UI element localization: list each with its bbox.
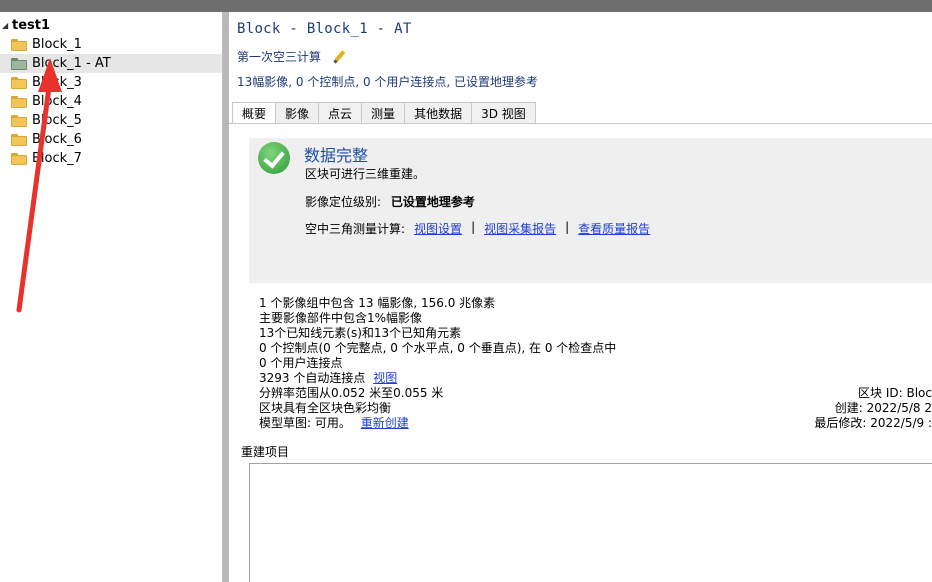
folder-icon bbox=[11, 114, 27, 127]
info-color-equalization: 区块具有全区块色彩均衡 bbox=[259, 401, 392, 415]
georeference-line: 影像定位级别: 已设置地理参考 bbox=[305, 193, 475, 210]
block-summary: 13幅影像, 0 个控制点, 0 个用户连接点, 已设置地理参考 bbox=[237, 75, 539, 89]
model-sketch-text: 模型草图: 可用。 bbox=[259, 416, 351, 430]
modified-date: 最后修改: 2022/5/9 : bbox=[814, 416, 932, 430]
view-quality-report-link[interactable]: 查看质量报告 bbox=[578, 220, 650, 237]
tab-point-clouds[interactable]: 点云 bbox=[318, 102, 363, 123]
status-title: 数据完整 bbox=[304, 146, 369, 165]
reconstruction-section-label: 重建项目 bbox=[241, 445, 290, 459]
tree-item-label: Block_1 - AT bbox=[32, 56, 111, 71]
tab-bar: 概要 影像 点云 测量 其他数据 3D 视图 bbox=[232, 102, 536, 124]
block-icon bbox=[11, 57, 27, 70]
tab-overview[interactable]: 概要 bbox=[232, 102, 277, 124]
tree-root[interactable]: ◢ test1 bbox=[0, 16, 50, 34]
tab-surveys[interactable]: 测量 bbox=[361, 102, 406, 123]
info-control-points: 0 个控制点(0 个完整点, 0 个水平点, 0 个垂直点), 在 0 个检查点… bbox=[259, 341, 617, 355]
status-panel: 数据完整 区块可进行三维重建。 影像定位级别: 已设置地理参考 空中三角测量计算… bbox=[249, 138, 932, 283]
view-settings-link[interactable]: 视图设置 bbox=[414, 220, 462, 237]
block-details-panel: Block - Block_1 - AT 第一次空三计算 13幅影像, 0 个控… bbox=[229, 12, 932, 582]
block-info: 1 个影像组中包含 13 幅影像, 156.0 兆像素 主要影像部件中包含1%幅… bbox=[259, 296, 616, 431]
link-separator: | bbox=[565, 220, 570, 234]
auto-tie-points-text: 3293 个自动连接点 bbox=[259, 371, 366, 385]
folder-icon bbox=[11, 95, 27, 108]
info-known-elements: 13个已知线元素(s)和13个已知角元素 bbox=[259, 326, 462, 340]
status-subtitle: 区块可进行三维重建。 bbox=[305, 167, 426, 181]
aerotriangulation-label: 空中三角测量计算: bbox=[305, 222, 406, 236]
recreate-link[interactable]: 重新创建 bbox=[361, 416, 409, 430]
tree-item-label: Block_4 bbox=[32, 94, 82, 109]
block-description: 第一次空三计算 bbox=[237, 48, 347, 65]
tree-item-label: Block_3 bbox=[32, 75, 82, 90]
info-user-tie-points: 0 个用户连接点 bbox=[259, 356, 343, 370]
tree-item-block-7[interactable]: Block_7 bbox=[0, 149, 222, 168]
folder-icon bbox=[11, 133, 27, 146]
edit-pencil-icon[interactable] bbox=[333, 50, 347, 64]
georeference-value: 已设置地理参考 bbox=[390, 195, 475, 209]
georeference-label: 影像定位级别: bbox=[305, 195, 382, 209]
info-model-sketch: 模型草图: 可用。 重新创建 bbox=[259, 416, 616, 431]
auto-tie-points-view-link[interactable]: 视图 bbox=[373, 371, 397, 385]
info-photo-groups: 1 个影像组中包含 13 幅影像, 156.0 兆像素 bbox=[259, 296, 496, 310]
tree-item-block-1-at[interactable]: Block_1 - AT bbox=[0, 54, 222, 73]
folder-icon bbox=[11, 38, 27, 51]
tab-photos[interactable]: 影像 bbox=[275, 102, 320, 123]
aerotriangulation-line: 空中三角测量计算: 视图设置 | 视图采集报告 | 查看质量报告 bbox=[305, 220, 650, 237]
tree-item-block-6[interactable]: Block_6 bbox=[0, 130, 222, 149]
block-id: 区块 ID: Bloc bbox=[858, 386, 932, 400]
folder-icon bbox=[11, 152, 27, 165]
tab-divider bbox=[229, 123, 932, 124]
folder-icon bbox=[11, 76, 27, 89]
tab-3d-view[interactable]: 3D 视图 bbox=[471, 102, 536, 123]
created-date: 创建: 2022/5/8 2 bbox=[834, 401, 932, 415]
check-circle-icon bbox=[258, 142, 290, 174]
window-top-bar bbox=[0, 0, 932, 12]
tree-item-label: Block_1 bbox=[32, 37, 82, 52]
tree-item-label: Block_6 bbox=[32, 132, 82, 147]
tab-other-data[interactable]: 其他数据 bbox=[404, 102, 473, 123]
tree-item-block-5[interactable]: Block_5 bbox=[0, 111, 222, 130]
link-separator: | bbox=[471, 220, 476, 234]
collapse-icon[interactable]: ◢ bbox=[2, 21, 12, 30]
tree-root-label: test1 bbox=[12, 17, 51, 33]
tree-item-block-1[interactable]: Block_1 bbox=[0, 35, 222, 54]
tree-item-label: Block_7 bbox=[32, 151, 82, 166]
tree-item-label: Block_5 bbox=[32, 113, 82, 128]
block-description-text: 第一次空三计算 bbox=[237, 50, 322, 64]
block-metadata: 区块 ID: Bloc 创建: 2022/5/8 2 最后修改: 2022/5/… bbox=[814, 386, 932, 431]
view-acquisition-report-link[interactable]: 视图采集报告 bbox=[484, 220, 556, 237]
project-tree: ◢ test1 Block_1 Block_1 - AT Block_3 Blo… bbox=[0, 12, 223, 582]
reconstruction-list[interactable] bbox=[249, 463, 932, 582]
info-auto-tie-points: 3293 个自动连接点 视图 bbox=[259, 371, 616, 386]
info-resolution-range: 分辨率范围从0.052 米至0.055 米 bbox=[259, 386, 444, 400]
info-main-component: 主要影像部件中包含1%幅影像 bbox=[259, 311, 423, 325]
tree-item-block-3[interactable]: Block_3 bbox=[0, 73, 222, 92]
tree-item-block-4[interactable]: Block_4 bbox=[0, 92, 222, 111]
page-title: Block - Block_1 - AT bbox=[237, 21, 412, 37]
